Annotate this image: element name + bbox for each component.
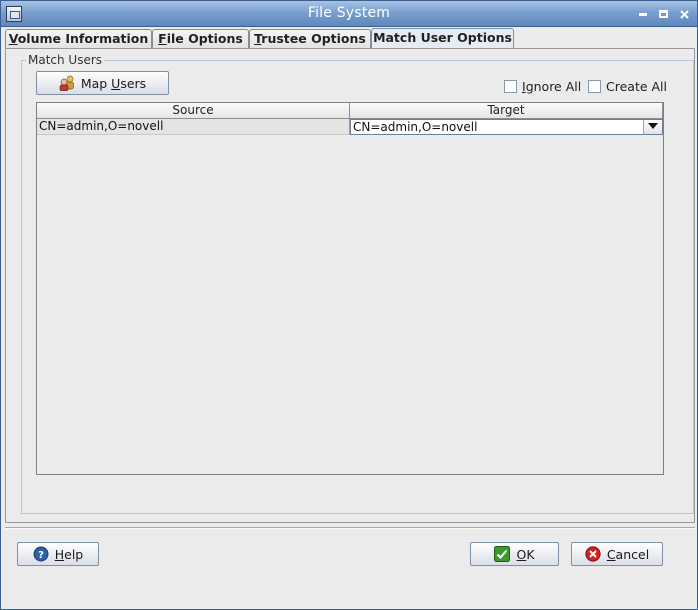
tab-trustee-options[interactable]: Trustee Options	[249, 29, 371, 49]
match-user-options-panel: Match Users Map Users Ignore All Create …	[5, 48, 695, 523]
help-button[interactable]: ? Help	[17, 542, 99, 566]
tab-bar: Volume Information File Options Trustee …	[5, 28, 695, 49]
tab-match-user-options-label: Match User Options	[373, 30, 512, 45]
ok-mnemonic: O	[516, 546, 527, 562]
maximize-icon	[658, 10, 668, 18]
map-users-label-pre: Map	[80, 75, 112, 91]
match-users-table: Source Target CN=admin,O=novell CN=admin…	[36, 102, 664, 475]
title-bar[interactable]: File System	[1, 1, 697, 27]
match-users-group: Match Users Map Users Ignore All Create …	[21, 53, 694, 514]
tab-volume-information-mnemonic: V	[8, 31, 18, 46]
tab-trustee-options-label: rustee Options	[261, 31, 366, 46]
maximize-button[interactable]	[655, 6, 671, 22]
ignore-all-checkbox[interactable]: Ignore All	[504, 78, 581, 94]
help-label: Help	[55, 547, 84, 562]
source-cell[interactable]: CN=admin,O=novell	[37, 119, 350, 135]
close-icon	[679, 10, 689, 19]
tab-file-options-label: ile Options	[166, 31, 243, 46]
ok-label: OK	[516, 547, 534, 562]
tab-file-options-mnemonic: F	[158, 31, 167, 46]
create-all-box[interactable]	[588, 79, 601, 93]
ignore-all-box[interactable]	[504, 79, 517, 93]
map-users-button[interactable]: Map Users	[36, 71, 169, 95]
users-icon	[59, 75, 74, 91]
match-users-legend: Match Users	[26, 53, 105, 67]
help-label-rest: elp	[64, 546, 84, 562]
target-dropdown-button[interactable]	[643, 120, 662, 134]
ignore-all-label: Ignore All	[522, 79, 581, 94]
column-header-target[interactable]: Target	[350, 103, 663, 119]
map-users-label-rest: sers	[120, 75, 147, 91]
cancel-label: Cancel	[607, 547, 649, 562]
table-row[interactable]: CN=admin,O=novell CN=admin,O=novell	[37, 119, 663, 135]
target-value: CN=admin,O=novell	[353, 120, 478, 134]
help-icon: ?	[33, 546, 49, 562]
minimize-icon	[639, 13, 647, 16]
cancel-button[interactable]: Cancel	[571, 542, 663, 566]
check-icon	[494, 546, 511, 562]
tab-volume-information-label: olume Information	[17, 31, 149, 46]
tab-volume-information[interactable]: Volume Information	[5, 29, 152, 49]
column-header-source[interactable]: Source	[37, 103, 350, 119]
ok-button[interactable]: OK	[470, 542, 559, 566]
map-users-mnemonic: U	[111, 75, 121, 91]
cancel-label-rest: ancel	[615, 546, 650, 562]
tab-file-options[interactable]: File Options	[152, 29, 249, 49]
ignore-all-label-rest: gnore All	[525, 78, 582, 94]
target-combobox[interactable]: CN=admin,O=novell	[350, 119, 663, 135]
create-all-label: Create All	[606, 78, 668, 94]
help-mnemonic: H	[54, 546, 65, 562]
bottom-separator	[5, 527, 695, 529]
close-button[interactable]	[676, 6, 692, 22]
ok-label-rest: K	[526, 546, 535, 562]
svg-text:?: ?	[38, 550, 44, 561]
tab-match-user-options[interactable]: Match User Options	[371, 28, 514, 49]
file-system-window: File System Volume Information File Opti…	[0, 0, 698, 610]
cancel-icon	[585, 546, 601, 562]
cancel-mnemonic: C	[606, 546, 616, 562]
window-title: File System	[307, 5, 391, 21]
create-all-checkbox[interactable]: Create All	[588, 78, 667, 94]
minimize-button[interactable]	[635, 6, 651, 22]
chevron-down-icon	[648, 123, 658, 129]
table-header: Source Target	[37, 103, 663, 119]
map-users-label: Map Users	[81, 76, 146, 91]
